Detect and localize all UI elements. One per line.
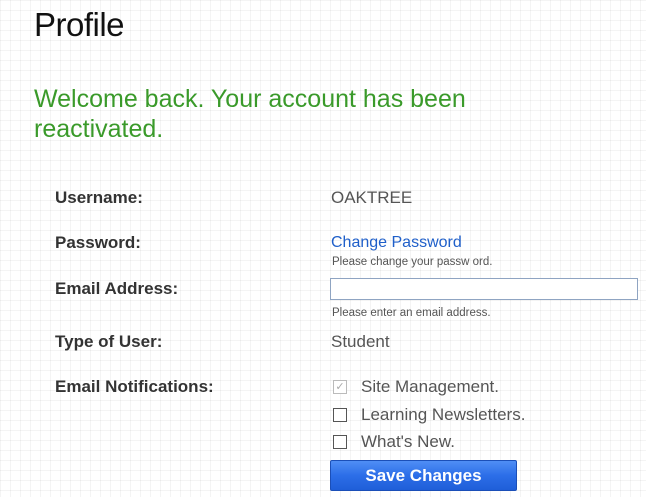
notification-option-whats-new: What's New. bbox=[333, 432, 455, 452]
whats-new-checkbox[interactable] bbox=[333, 435, 347, 449]
email-field[interactable] bbox=[330, 278, 638, 300]
profile-page: Profile Welcome back. Your account has b… bbox=[0, 0, 646, 497]
whats-new-label: What's New. bbox=[361, 432, 455, 451]
email-hint: Please enter an email address. bbox=[332, 307, 491, 319]
site-management-checkbox[interactable]: ✓ bbox=[333, 380, 347, 394]
save-changes-button[interactable]: Save Changes bbox=[330, 460, 517, 491]
notification-option-site-management: ✓ Site Management. bbox=[333, 377, 499, 397]
learning-newsletters-label: Learning Newsletters. bbox=[361, 405, 526, 424]
page-title: Profile bbox=[34, 6, 125, 43]
notification-option-learning-newsletters: Learning Newsletters. bbox=[333, 405, 525, 425]
check-icon: ✓ bbox=[335, 380, 345, 393]
learning-newsletters-checkbox[interactable] bbox=[333, 408, 347, 422]
reactivation-message: Welcome back. Your account has been reac… bbox=[34, 85, 466, 143]
username-value: OAKTREE bbox=[331, 188, 413, 207]
username-label: Username: bbox=[55, 188, 143, 207]
password-label: Password: bbox=[55, 233, 141, 252]
password-hint: Please change your passw ord. bbox=[332, 256, 493, 268]
site-management-label: Site Management. bbox=[361, 377, 499, 396]
user-type-label: Type of User: bbox=[55, 332, 163, 351]
user-type-value: Student bbox=[331, 332, 390, 351]
notifications-label: Email Notifications: bbox=[55, 377, 214, 396]
change-password-link[interactable]: Change Password bbox=[331, 234, 462, 252]
email-label: Email Address: bbox=[55, 279, 179, 298]
